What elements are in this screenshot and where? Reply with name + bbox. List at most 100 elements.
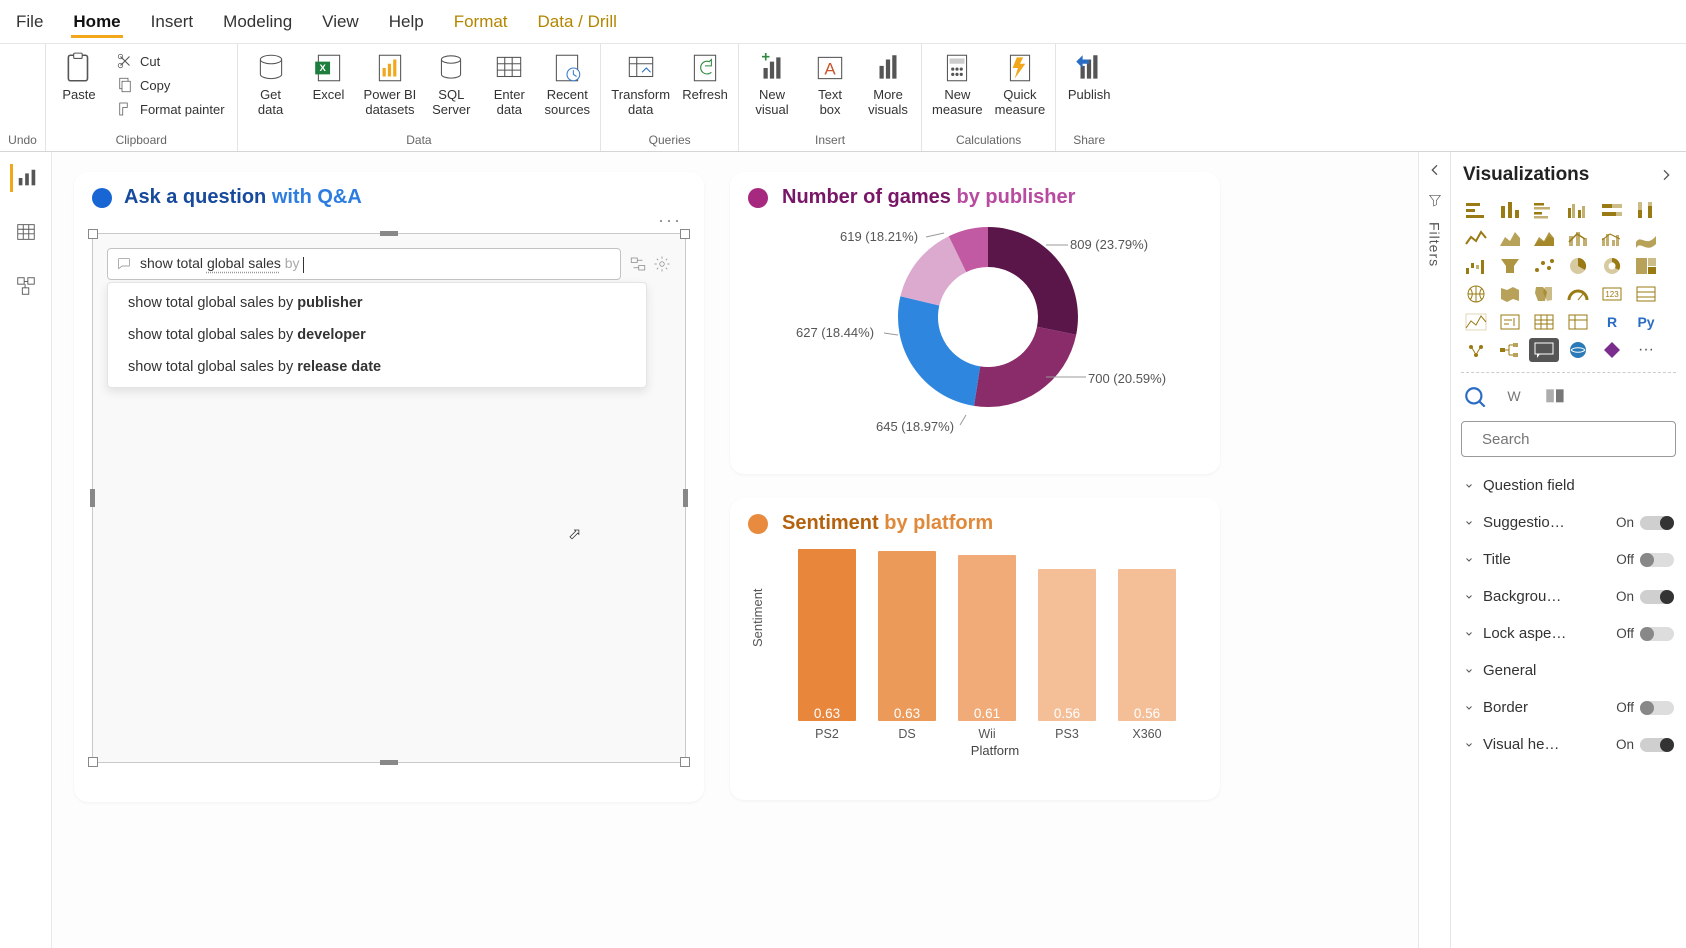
sql-server-button[interactable]: SQL Server [424,46,478,120]
viz-key-influencers[interactable] [1461,338,1491,362]
format-prop-toggle[interactable]: Off [1616,626,1674,641]
viz-card[interactable]: 123 [1597,282,1627,306]
qa-question-input[interactable]: show total global sales by [107,248,621,280]
viz-kpi[interactable] [1461,310,1491,334]
format-prop-toggle[interactable]: Off [1616,700,1674,715]
viz-shape-map[interactable] [1529,282,1559,306]
format-prop[interactable]: Backgrou…On [1451,578,1686,615]
analytics-tool[interactable] [1543,385,1569,407]
menu-insert[interactable]: Insert [149,6,196,38]
resize-handle-t[interactable] [380,231,398,236]
viz-funnel[interactable] [1495,254,1525,278]
qa-settings-icon[interactable] [653,255,671,273]
menu-format[interactable]: Format [452,6,510,38]
paste-button[interactable]: Paste [52,46,106,105]
get-data-button[interactable]: Get data [244,46,298,120]
bar-PS3[interactable]: 0.56 [1038,569,1096,721]
text-box-button[interactable]: AText box [803,46,857,120]
viz-stacked-bar[interactable] [1461,198,1491,222]
resize-handle-l[interactable] [90,489,95,507]
viz-line-column[interactable] [1563,226,1593,250]
filters-pane-collapsed[interactable]: Filters [1418,152,1450,948]
bar-visual[interactable]: Sentiment by platform Sentiment 0.630.63… [730,498,1220,800]
bar-X360[interactable]: 0.56 [1118,569,1176,721]
more-visuals-button[interactable]: More visuals [861,46,915,120]
format-prop-toggle[interactable]: On [1616,737,1674,752]
viz-stacked-column[interactable] [1495,198,1525,222]
qa-suggestion-3[interactable]: show total global sales by release date [108,351,646,383]
viz-pie[interactable] [1563,254,1593,278]
viz-line-clustered[interactable] [1597,226,1627,250]
viz-100-column[interactable] [1631,198,1661,222]
menu-data-drill[interactable]: Data / Drill [536,6,619,38]
viz-matrix[interactable] [1563,310,1593,334]
resize-handle-tr[interactable] [680,229,690,239]
new-visual-button[interactable]: +New visual [745,46,799,120]
menu-home[interactable]: Home [71,6,122,38]
cut-button[interactable]: Cut [112,50,229,72]
viz-gauge[interactable] [1563,282,1593,306]
format-tool[interactable]: W [1503,385,1529,407]
data-view-button[interactable] [12,218,40,246]
transform-data-button[interactable]: Transform data [607,46,674,120]
resize-handle-tl[interactable] [88,229,98,239]
menu-file[interactable]: File [14,6,45,38]
format-painter-button[interactable]: Format painter [112,98,229,120]
viz-search-input[interactable] [1482,431,1681,448]
viz-r[interactable]: R [1597,310,1627,334]
format-prop-toggle[interactable]: On [1616,515,1674,530]
viz-qna[interactable] [1529,338,1559,362]
menu-modeling[interactable]: Modeling [221,6,294,38]
viz-treemap[interactable] [1631,254,1661,278]
viz-line[interactable] [1461,226,1491,250]
viz-search[interactable] [1461,421,1676,457]
bar-Wii[interactable]: 0.61 [958,555,1016,721]
qa-suggestion-1[interactable]: show total global sales by publisher [108,287,646,319]
viz-waterfall[interactable] [1461,254,1491,278]
fields-tool[interactable] [1463,385,1489,407]
format-prop-toggle[interactable]: On [1616,589,1674,604]
viz-clustered-bar[interactable] [1529,198,1559,222]
quick-measure-button[interactable]: Quick measure [991,46,1050,120]
qa-visual[interactable]: Ask a question with Q&A ··· show [74,172,704,802]
viz-scatter[interactable] [1529,254,1559,278]
viz-arcgis[interactable] [1563,338,1593,362]
viz-table[interactable] [1529,310,1559,334]
viz-filled-map[interactable] [1495,282,1525,306]
pbi-datasets-button[interactable]: Power BI datasets [360,46,421,120]
convert-visual-icon[interactable] [629,255,647,273]
format-prop[interactable]: Visual he…On [1451,726,1686,763]
format-prop[interactable]: TitleOff [1451,541,1686,578]
format-prop[interactable]: BorderOff [1451,689,1686,726]
copy-button[interactable]: Copy [112,74,229,96]
viz-slicer[interactable] [1495,310,1525,334]
viz-area[interactable] [1495,226,1525,250]
model-view-button[interactable] [12,272,40,300]
publish-button[interactable]: Publish [1062,46,1116,105]
format-prop[interactable]: Lock aspe…Off [1451,615,1686,652]
menu-help[interactable]: Help [387,6,426,38]
viz-multi-card[interactable] [1631,282,1661,306]
resize-handle-bl[interactable] [88,757,98,767]
viz-donut[interactable] [1597,254,1627,278]
viz-ribbon[interactable] [1631,226,1661,250]
qa-selection-frame[interactable]: show total global sales by show total gl… [92,233,686,763]
viz-powerapps[interactable] [1597,338,1627,362]
resize-handle-r[interactable] [683,489,688,507]
resize-handle-br[interactable] [680,757,690,767]
enter-data-button[interactable]: Enter data [482,46,536,120]
viz-clustered-column[interactable] [1563,198,1593,222]
qa-more-options[interactable]: ··· [658,210,682,231]
menu-view[interactable]: View [320,6,361,38]
viz-stacked-area[interactable] [1529,226,1559,250]
report-canvas[interactable]: Ask a question with Q&A ··· show [52,152,1418,948]
viz-more[interactable]: ··· [1631,338,1661,362]
viz-decomposition[interactable] [1495,338,1525,362]
resize-handle-b[interactable] [380,760,398,765]
chevron-right-icon[interactable] [1658,167,1674,183]
new-measure-button[interactable]: New measure [928,46,987,120]
format-prop-toggle[interactable]: Off [1616,552,1674,567]
qa-suggestion-2[interactable]: show total global sales by developer [108,319,646,351]
format-prop[interactable]: Suggestio…On [1451,504,1686,541]
viz-py[interactable]: Py [1631,310,1661,334]
